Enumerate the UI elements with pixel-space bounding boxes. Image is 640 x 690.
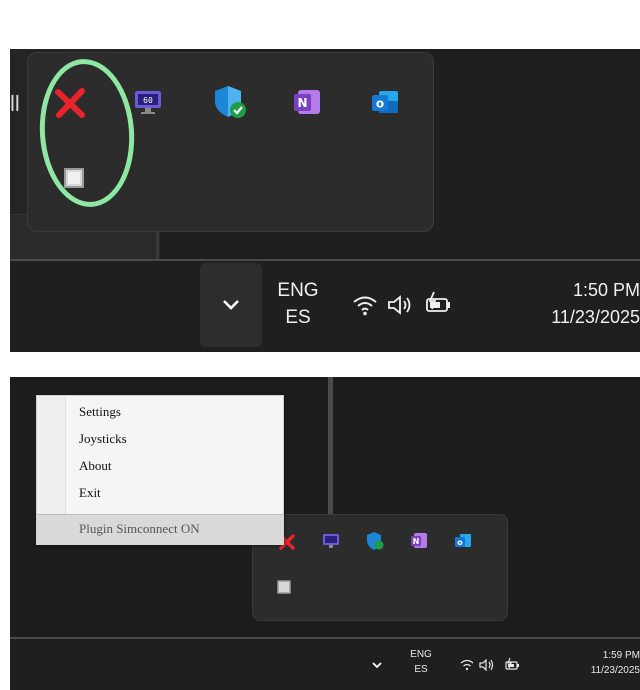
chevron-down-icon (223, 300, 239, 310)
battery-charging-icon[interactable] (502, 656, 522, 674)
clock-date: 11/23/2025 (551, 307, 640, 327)
wifi-icon[interactable] (458, 657, 476, 673)
plugin-status-text: Plugin Simconnect ON (79, 521, 200, 536)
lang-secondary: ES (414, 664, 428, 675)
chevron-down-icon (372, 662, 382, 669)
display-monitor-icon[interactable] (319, 530, 343, 552)
menu-item-joysticks[interactable]: Joysticks (79, 431, 127, 447)
svg-text:o: o (457, 538, 463, 547)
clock-time: 1:59 PM (602, 650, 640, 661)
lang-secondary: ES (285, 307, 311, 328)
svg-text:o: o (376, 97, 384, 111)
language-indicator[interactable]: ENG ES (404, 647, 438, 677)
menu-item-settings[interactable]: Settings (79, 404, 121, 420)
clock[interactable]: 1:59 PM 11/23/2025 (550, 648, 640, 678)
tray-overflow-flyout: N o (252, 514, 508, 621)
clock[interactable]: 1:50 PM 11/23/2025 (510, 277, 640, 331)
show-hidden-icons-button[interactable] (366, 647, 388, 683)
outlook-icon[interactable]: o (451, 529, 475, 553)
menu-status-item: Plugin Simconnect ON (37, 514, 283, 545)
taskbar: ENG ES 1:50 PM 11/23/2025 (10, 261, 640, 352)
language-indicator[interactable]: ENG ES (268, 277, 328, 331)
tray-context-menu: Settings Joysticks About Exit Plugin Sim… (36, 395, 284, 545)
wifi-icon[interactable] (350, 291, 380, 319)
taskbar: ENG ES 1:59 PM 11/23/2025 (10, 639, 640, 690)
outlook-icon[interactable]: o (366, 83, 404, 121)
shield-check-icon[interactable] (363, 529, 387, 553)
lang-primary: ENG (410, 649, 432, 660)
battery-charging-icon[interactable] (421, 289, 455, 319)
menu-item-about[interactable]: About (79, 458, 112, 474)
app-partial-text: ll (10, 91, 20, 116)
display-monitor-icon[interactable]: 60 (130, 86, 166, 118)
onenote-icon[interactable]: N (288, 83, 326, 121)
speaker-icon[interactable] (478, 657, 496, 673)
clock-date: 11/23/2025 (590, 665, 640, 676)
onenote-icon[interactable]: N (407, 529, 431, 553)
svg-text:N: N (297, 96, 307, 110)
menu-item-exit[interactable]: Exit (79, 485, 101, 501)
show-hidden-icons-button[interactable] (200, 263, 262, 347)
top-screenshot: ll 60 N o ENG ES 1:50 PM 11/23/2025 (10, 49, 640, 352)
shield-check-icon[interactable] (210, 81, 250, 123)
speaker-icon[interactable] (384, 291, 416, 319)
clock-time: 1:50 PM (572, 280, 640, 300)
svg-text:N: N (413, 537, 420, 546)
lang-primary: ENG (277, 280, 319, 301)
square-placeholder-icon[interactable] (275, 578, 293, 596)
svg-text:60: 60 (143, 96, 153, 105)
bottom-screenshot: N o Settings Joysticks About Exit Plugin… (10, 377, 640, 690)
